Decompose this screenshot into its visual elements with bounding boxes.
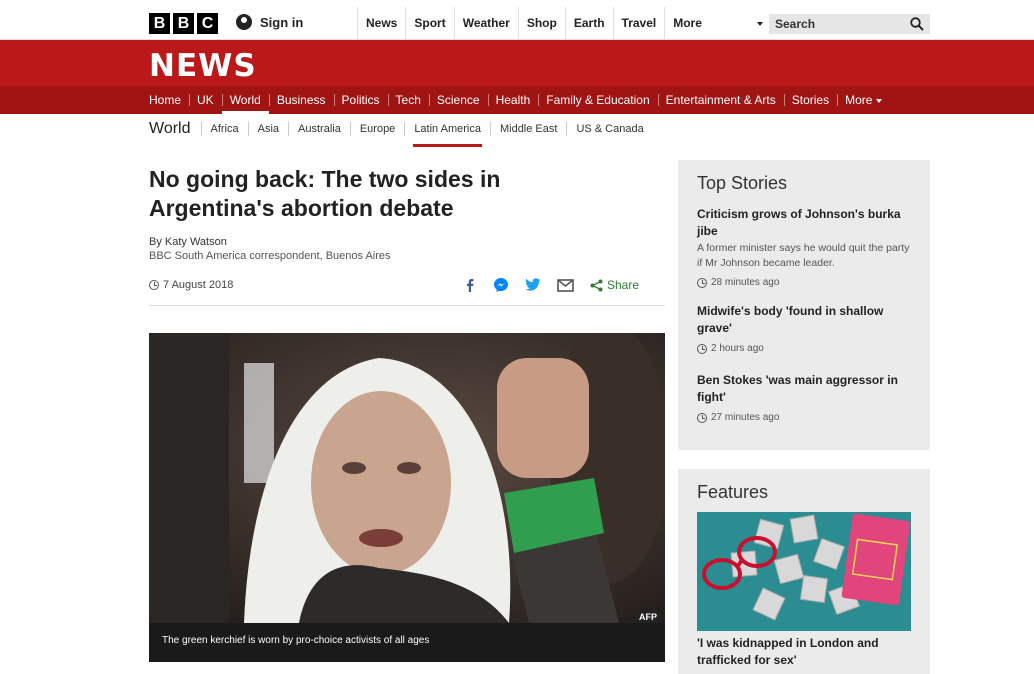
nav-health[interactable]: Health: [487, 86, 539, 114]
top-nav-earth[interactable]: Earth: [564, 7, 613, 40]
bbc-top-bar: B B C Sign in News Sport Weather Shop Ea…: [0, 0, 1034, 40]
nav-more-label: More: [845, 93, 873, 107]
image-credit: AFP: [635, 610, 661, 624]
sign-in-link[interactable]: Sign in: [236, 14, 303, 30]
top-stories-title: Top Stories: [697, 173, 788, 193]
subnav-us-canada[interactable]: US & Canada: [566, 122, 652, 136]
search-input[interactable]: [769, 14, 899, 34]
hero-photo: [149, 333, 665, 623]
account-icon: [236, 14, 252, 30]
sign-in-label: Sign in: [260, 14, 304, 30]
caret-down-icon: [757, 22, 764, 26]
top-nav: News Sport Weather Shop Earth Travel Mor…: [357, 7, 769, 40]
story-headline[interactable]: Criticism grows of Johnson's burka jibe: [697, 206, 912, 240]
subnav-africa[interactable]: Africa: [200, 122, 248, 136]
author-role: BBC South America correspondent, Buenos …: [149, 250, 391, 262]
bbc-logo[interactable]: B B C: [149, 13, 218, 34]
article-headline: No going back: The two sides in Argentin…: [149, 166, 501, 221]
nav-family-education[interactable]: Family & Education: [538, 86, 657, 114]
image-caption: The green kerchief is worn by pro-choice…: [149, 623, 665, 662]
section-title[interactable]: World: [149, 120, 201, 138]
subnav-middle-east[interactable]: Middle East: [489, 122, 566, 136]
story-summary: A former minister says he would quit the…: [697, 242, 910, 269]
story-timestamp: 28 minutes ago: [697, 277, 912, 288]
top-story-2[interactable]: Midwife's body 'found in shallow grave' …: [697, 303, 912, 354]
hero-image[interactable]: AFP The green kerchief is worn by pro-ch…: [149, 333, 665, 662]
nav-stories[interactable]: Stories: [783, 86, 837, 114]
article-date-text: 7 August 2018: [163, 279, 234, 291]
email-icon[interactable]: [557, 278, 574, 292]
article-date: 7 August 2018: [149, 279, 233, 291]
nav-uk[interactable]: UK: [189, 86, 222, 114]
twitter-icon[interactable]: [525, 278, 541, 292]
subnav-europe[interactable]: Europe: [349, 122, 404, 136]
story-time: 27 minutes ago: [711, 412, 780, 423]
top-nav-sport[interactable]: Sport: [405, 7, 453, 40]
nav-business[interactable]: Business: [268, 86, 334, 114]
byline: By Katy Watson BBC South America corresp…: [149, 235, 391, 263]
author-name: By Katy Watson: [149, 236, 227, 248]
facebook-icon[interactable]: [463, 278, 477, 292]
subnav-asia[interactable]: Asia: [247, 122, 288, 136]
top-nav-more[interactable]: More: [664, 7, 769, 40]
story-time: 28 minutes ago: [711, 277, 780, 288]
nav-home[interactable]: Home: [141, 86, 189, 114]
section-nav: World Africa Asia Australia Europe Latin…: [149, 114, 653, 147]
top-nav-weather[interactable]: Weather: [453, 7, 518, 40]
messenger-icon[interactable]: [493, 277, 509, 293]
top-story-1[interactable]: Criticism grows of Johnson's burka jibe …: [697, 206, 912, 288]
story-headline[interactable]: Ben Stokes 'was main aggressor in fight': [697, 372, 912, 406]
search-icon[interactable]: [910, 17, 924, 31]
search-box: [769, 14, 930, 34]
clock-icon: [697, 412, 707, 423]
share-icon: [590, 279, 603, 291]
clock-icon: [697, 343, 707, 354]
caret-down-icon: [876, 98, 883, 103]
feature-photo: [697, 512, 911, 631]
news-masthead: NEWS: [0, 40, 1034, 86]
nav-tech[interactable]: Tech: [387, 86, 429, 114]
feature-image[interactable]: [697, 512, 911, 631]
story-time: 2 hours ago: [711, 343, 764, 354]
main-nav: Home UK World Business Politics Tech Sci…: [0, 86, 1034, 114]
subnav-latin-america[interactable]: Latin America: [404, 122, 490, 147]
nav-science[interactable]: Science: [428, 86, 488, 114]
share-button[interactable]: Share: [590, 278, 639, 292]
share-tools: Share: [463, 277, 639, 293]
feature-headline[interactable]: 'I was kidnapped in London and trafficke…: [697, 635, 911, 669]
nav-world[interactable]: World: [221, 86, 269, 114]
share-label: Share: [607, 278, 640, 292]
story-headline[interactable]: Midwife's body 'found in shallow grave': [697, 303, 912, 337]
bbc-logo-letter-b1: B: [149, 13, 170, 34]
nav-politics[interactable]: Politics: [333, 86, 388, 114]
top-nav-shop[interactable]: Shop: [517, 7, 565, 40]
nav-entertainment-arts[interactable]: Entertainment & Arts: [657, 86, 784, 114]
subnav-australia[interactable]: Australia: [288, 122, 350, 136]
bbc-logo-letter-c: C: [197, 13, 218, 34]
bbc-logo-letter-b2: B: [173, 13, 194, 34]
top-story-3[interactable]: Ben Stokes 'was main aggressor in fight'…: [697, 372, 912, 423]
top-nav-more-label: More: [673, 16, 702, 30]
features-title: Features: [697, 482, 769, 502]
clock-icon: [149, 280, 159, 290]
nav-more[interactable]: More: [837, 86, 890, 114]
top-stories-panel: Top Stories Criticism grows of Johnson's…: [678, 160, 930, 450]
divider: [149, 305, 665, 306]
story-timestamp: 27 minutes ago: [697, 412, 912, 423]
news-wordmark[interactable]: NEWS: [149, 48, 257, 84]
top-nav-news[interactable]: News: [357, 7, 405, 40]
top-nav-travel[interactable]: Travel: [612, 7, 665, 40]
story-timestamp: 2 hours ago: [697, 343, 912, 354]
features-panel: Features 'I was kidnapped in London and …: [678, 469, 930, 674]
clock-icon: [697, 277, 707, 288]
